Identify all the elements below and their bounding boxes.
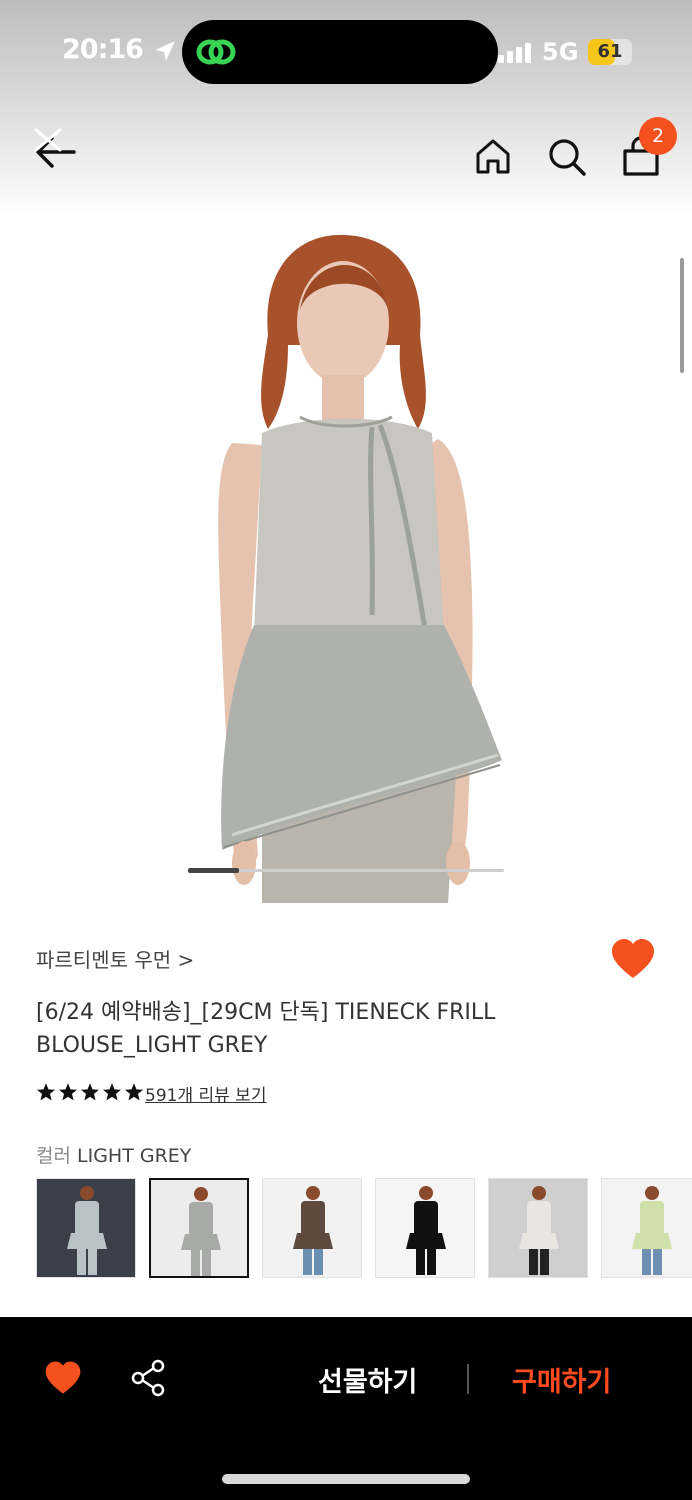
- swatch-thumbnail: [632, 1186, 672, 1275]
- color-key: 컬러: [36, 1145, 71, 1167]
- color-value: LIGHT GREY: [77, 1145, 192, 1167]
- link-app-icon: [196, 39, 236, 65]
- swatch-5[interactable]: [488, 1178, 588, 1278]
- share-icon[interactable]: [130, 1358, 168, 1398]
- swatch-6[interactable]: [601, 1178, 692, 1278]
- battery-icon: 61: [588, 39, 632, 65]
- swatch-thumbnail: [181, 1187, 221, 1276]
- cart-count-badge: 2: [639, 117, 677, 155]
- swatch-thumbnail: [67, 1186, 107, 1275]
- color-label: 컬러 LIGHT GREY: [36, 1141, 191, 1168]
- bottom-action-bar: [0, 1317, 692, 1500]
- product-image[interactable]: [0, 215, 692, 903]
- swatch-thumbnail: [406, 1186, 446, 1275]
- swatch-thumbnail: [293, 1186, 333, 1275]
- search-icon[interactable]: [546, 136, 588, 178]
- star-icon: [59, 1083, 77, 1101]
- star-icon: [37, 1083, 55, 1101]
- status-time: 20:16: [62, 34, 144, 65]
- gift-button[interactable]: 선물하기: [318, 1360, 417, 1399]
- signal-icon: [498, 43, 531, 63]
- like-heart-icon[interactable]: [44, 1360, 82, 1396]
- swatch-1[interactable]: [36, 1178, 136, 1278]
- star-icon: [125, 1083, 143, 1101]
- back-arrow-icon[interactable]: [30, 124, 82, 176]
- page-scroll-indicator: [680, 258, 684, 373]
- swatch-thumbnail: [519, 1186, 559, 1275]
- model-photo: [218, 234, 502, 903]
- brand-link[interactable]: 파르티멘토 우먼 >: [36, 944, 194, 973]
- home-indicator: [222, 1474, 470, 1484]
- image-carousel-progress: [188, 868, 239, 873]
- color-swatch-list: [36, 1178, 692, 1280]
- review-link[interactable]: 591개 리뷰 보기: [145, 1081, 266, 1106]
- product-title: [6/24 예약배송]_[29CM 단독] TIENECK FRILL BLOU…: [36, 1000, 496, 1058]
- rating-stars: [36, 1079, 144, 1105]
- star-icon: [81, 1083, 99, 1101]
- location-arrow-icon: [155, 41, 175, 61]
- swatch-2[interactable]: [149, 1178, 249, 1278]
- wishlist-heart-icon[interactable]: [610, 938, 656, 980]
- swatch-4[interactable]: [375, 1178, 475, 1278]
- bottom-divider: [467, 1364, 469, 1394]
- network-type: 5G: [542, 38, 579, 66]
- home-icon[interactable]: [473, 136, 513, 176]
- buy-button[interactable]: 구매하기: [512, 1360, 611, 1399]
- status-bar: 20:16 5G 61: [0, 0, 692, 100]
- star-icon: [103, 1083, 121, 1101]
- swatch-3[interactable]: [262, 1178, 362, 1278]
- battery-percent: 61: [597, 41, 623, 62]
